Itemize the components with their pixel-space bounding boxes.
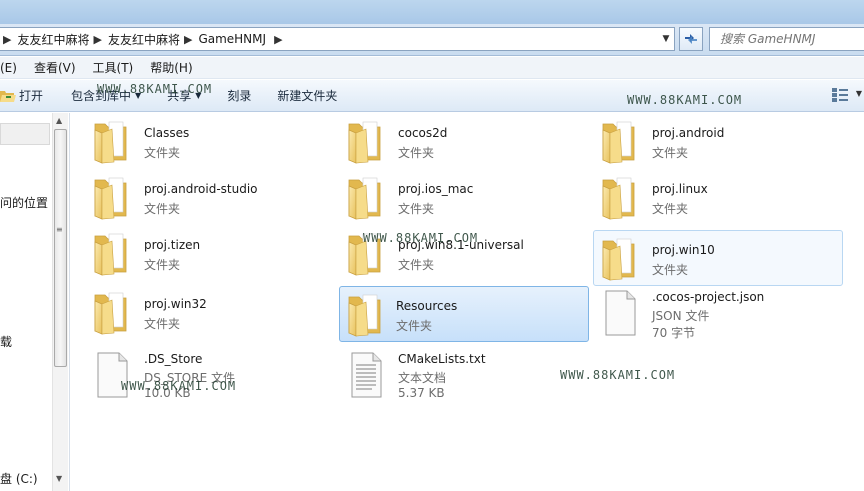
folder-icon bbox=[92, 172, 132, 220]
folder-icon bbox=[600, 172, 640, 220]
file-item-cmakelists[interactable]: CMakeLists.txt 文本文档 5.37 KB bbox=[327, 348, 577, 404]
breadcrumb-3[interactable]: ▶ GameHNMJ ▶ bbox=[180, 28, 289, 50]
text-file-icon bbox=[346, 351, 386, 399]
open-folder-icon bbox=[0, 90, 16, 102]
folder-icon bbox=[600, 233, 640, 281]
watermark: WWW.88KAMI.COM bbox=[363, 231, 479, 245]
title-bar bbox=[0, 0, 864, 24]
watermark: WWW.88KAMI.COM bbox=[97, 82, 213, 96]
open-button[interactable]: 打开 bbox=[0, 87, 43, 104]
address-dropdown-icon[interactable]: ▼ bbox=[658, 28, 674, 50]
breadcrumb-2[interactable]: ▶ 友友红中麻将 bbox=[89, 28, 179, 50]
menu-help[interactable]: 帮助(H) bbox=[150, 59, 192, 76]
chevron-right-icon[interactable]: ▶ bbox=[0, 33, 17, 46]
address-row: ▶ 友友红中麻将 ▶ 友友红中麻将 ▶ GameHNMJ ▶ ▼ bbox=[0, 24, 864, 56]
json-file-icon bbox=[600, 289, 640, 337]
file-item-cocos2d[interactable]: cocos2d 文件夹 bbox=[327, 113, 577, 169]
file-item-proj-ios-mac[interactable]: proj.ios_mac 文件夹 bbox=[327, 169, 577, 225]
scroll-thumb[interactable] bbox=[54, 129, 67, 367]
menu-edit[interactable]: (E) bbox=[0, 61, 17, 75]
file-item-classes[interactable]: Classes 文件夹 bbox=[73, 113, 323, 169]
scroll-grip-icon: ≡ bbox=[56, 225, 63, 234]
file-item-ds-store[interactable]: .DS_Store DS_STORE 文件 10.0 KB bbox=[73, 348, 323, 404]
folder-icon bbox=[346, 289, 386, 337]
file-item-proj-win32[interactable]: proj.win32 文件夹 bbox=[73, 284, 323, 340]
file-item-proj-android-studio[interactable]: proj.android-studio 文件夹 bbox=[73, 169, 323, 225]
watermark: WWW.88KAMI.COM bbox=[627, 93, 743, 107]
folder-icon bbox=[92, 287, 132, 335]
watermark: WWW.88KAMI.COM bbox=[560, 368, 676, 382]
file-item-proj-tizen[interactable]: proj.tizen 文件夹 bbox=[73, 225, 323, 281]
watermark: WWW.88KAMI.COM bbox=[121, 379, 237, 393]
folder-icon bbox=[600, 116, 640, 164]
nav-selected-item[interactable] bbox=[0, 123, 50, 145]
file-item-proj-android[interactable]: proj.android 文件夹 bbox=[581, 113, 831, 169]
chevron-right-icon[interactable]: ▶ bbox=[180, 33, 198, 46]
menu-view[interactable]: 查看(V) bbox=[34, 59, 76, 76]
file-item-resources[interactable]: Resources 文件夹 bbox=[339, 286, 589, 342]
file-item-proj-linux[interactable]: proj.linux 文件夹 bbox=[581, 169, 831, 225]
file-list: Classes 文件夹 cocos2d 文件夹 proj.android 文件夹… bbox=[71, 113, 864, 491]
file-item-cocos-project-json[interactable]: .cocos-project.json JSON 文件 70 字节 bbox=[581, 286, 831, 342]
burn-button[interactable]: 刻录 bbox=[227, 87, 251, 104]
menu-tools[interactable]: 工具(T) bbox=[93, 59, 134, 76]
menu-bar: (E) 查看(V) 工具(T) 帮助(H) bbox=[0, 57, 864, 79]
folder-icon bbox=[346, 172, 386, 220]
nav-scrollbar[interactable]: ▲ ≡ ▼ bbox=[52, 113, 68, 491]
search-input[interactable] bbox=[720, 32, 864, 46]
chevron-right-icon[interactable]: ▶ bbox=[89, 33, 107, 46]
navigation-pane: 问的位置 载 盘 (C:) ▲ ≡ ▼ bbox=[0, 113, 70, 491]
view-options-icon[interactable] bbox=[832, 88, 848, 102]
address-bar[interactable]: ▶ 友友红中麻将 ▶ 友友红中麻将 ▶ GameHNMJ ▶ ▼ bbox=[0, 27, 675, 51]
folder-icon bbox=[92, 116, 132, 164]
nav-item-recent-places[interactable]: 问的位置 bbox=[0, 194, 48, 211]
refresh-icon bbox=[685, 34, 697, 44]
scroll-up-icon[interactable]: ▲ bbox=[56, 116, 62, 125]
chevron-right-icon[interactable]: ▶ bbox=[266, 33, 288, 46]
nav-item-drive-c[interactable]: 盘 (C:) bbox=[0, 470, 38, 487]
new-folder-button[interactable]: 新建文件夹 bbox=[277, 87, 337, 104]
search-box[interactable] bbox=[709, 27, 864, 51]
scroll-down-icon[interactable]: ▼ bbox=[56, 474, 62, 483]
view-dropdown-icon[interactable]: ▼ bbox=[856, 89, 862, 98]
folder-icon bbox=[92, 228, 132, 276]
folder-icon bbox=[346, 116, 386, 164]
file-item-proj-win10[interactable]: proj.win10 文件夹 bbox=[593, 230, 843, 286]
breadcrumb-1[interactable]: ▶ 友友红中麻将 bbox=[0, 28, 89, 50]
refresh-button[interactable] bbox=[679, 27, 703, 51]
nav-item-downloads[interactable]: 载 bbox=[0, 333, 12, 350]
